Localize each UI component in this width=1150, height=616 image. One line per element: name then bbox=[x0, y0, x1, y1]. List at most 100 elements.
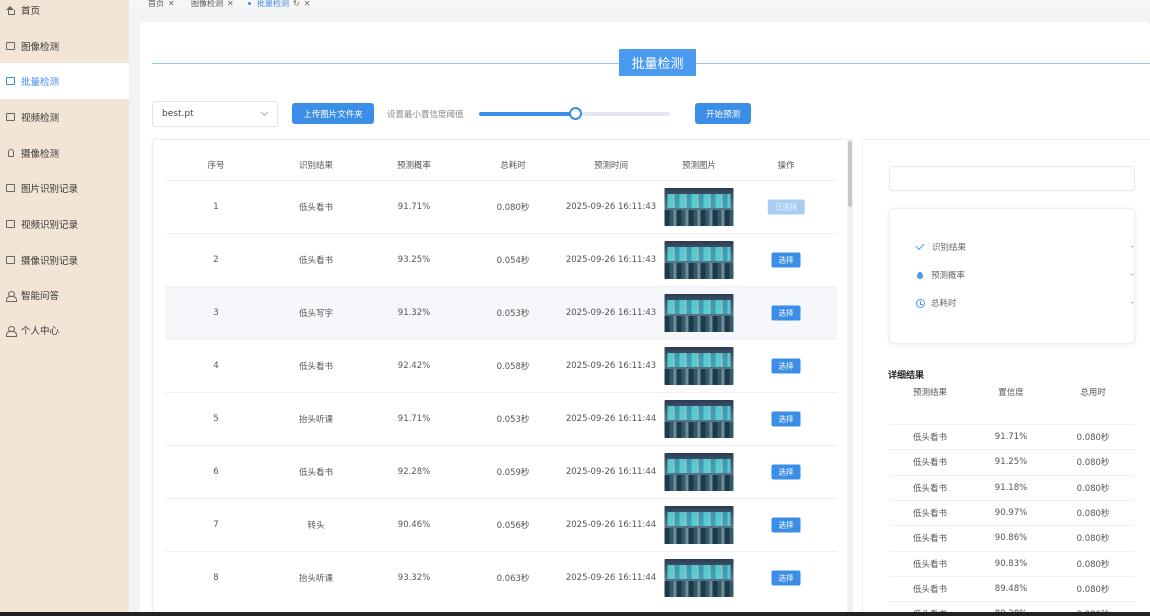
tab-label: 首页 bbox=[148, 0, 164, 8]
column-header: 总耗时 bbox=[500, 161, 526, 171]
detail-cell-conf: 91.71% bbox=[994, 432, 1028, 442]
table-row: 7 转头 90.46% 0.056秒 2025-09-26 16:11:44 选择 bbox=[165, 498, 837, 551]
detail-table-header: 预测结果 置信度 总用时 bbox=[889, 380, 1135, 401]
detail-cell-time: 0.080秒 bbox=[1076, 433, 1110, 443]
table-cell-prob: 93.25% bbox=[397, 255, 431, 265]
sidebar-item-label: 个人中心 bbox=[21, 326, 60, 337]
detail-cell-time: 0.080秒 bbox=[1076, 508, 1110, 519]
detail-cell-time: 0.080秒 bbox=[1076, 483, 1110, 494]
user-icon bbox=[6, 325, 17, 337]
sidebar-item-camera-detect[interactable]: 摄像检测 bbox=[0, 135, 129, 171]
table-cell-date: 2025-09-26 16:11:44 bbox=[565, 573, 657, 583]
select-button[interactable]: 选择 bbox=[771, 517, 801, 533]
column-header: 预测结果 bbox=[912, 388, 948, 398]
summary-box: 识别结果 - 预测概率 - 总耗时 - bbox=[889, 208, 1135, 344]
result-detail-panel: 识别结果 - 预测概率 - 总耗时 - 详细结果 预测结果 置信度 总用时 低头… bbox=[862, 139, 1150, 616]
select-button[interactable]: 选择 bbox=[771, 464, 801, 480]
threshold-slider[interactable] bbox=[479, 107, 670, 120]
detail-cell-conf: 90.97% bbox=[994, 507, 1028, 518]
table-cell-prob: 91.71% bbox=[397, 202, 431, 212]
slider-fill bbox=[479, 112, 575, 116]
sidebar-item-home[interactable]: 首页 bbox=[0, 0, 129, 28]
sidebar-item-video-records[interactable]: 视频识别记录 bbox=[0, 206, 129, 242]
tab-home[interactable]: 首页 ✕ bbox=[148, 0, 175, 9]
summary-time-label: 总耗时 bbox=[931, 299, 957, 309]
table-cell-result: 抬头听课 bbox=[298, 415, 334, 425]
prediction-thumbnail bbox=[664, 188, 734, 226]
table-header: 序号 识别结果 预测概率 总耗时 预测时间 预测图片 操作 bbox=[153, 140, 847, 180]
image-icon bbox=[6, 42, 15, 50]
user-icon bbox=[6, 290, 17, 302]
sidebar-item-camera-records[interactable]: 摄像识别记录 bbox=[0, 242, 129, 278]
table-cell-prob: 92.28% bbox=[397, 467, 431, 477]
close-icon[interactable]: ✕ bbox=[168, 0, 175, 8]
sidebar-item-batch-detect[interactable]: 批量检测 bbox=[0, 63, 129, 99]
camera-icon bbox=[8, 149, 14, 157]
table-cell-index: 6 bbox=[213, 467, 219, 477]
tab-batch-detect[interactable]: 批量检测 ↻ ✕ bbox=[248, 0, 310, 9]
table-cell-time: 0.053秒 bbox=[496, 415, 530, 425]
sidebar-item-image-records[interactable]: 图片识别记录 bbox=[0, 170, 129, 206]
refresh-icon[interactable]: ↻ bbox=[293, 0, 300, 8]
sidebar-item-label: 图像检测 bbox=[21, 42, 60, 53]
video-icon bbox=[6, 113, 15, 121]
upload-folder-button[interactable]: 上传图片文件夹 bbox=[292, 103, 374, 124]
table-row: 4 低头看书 92.42% 0.058秒 2025-09-26 16:11:43 选择 bbox=[165, 339, 837, 392]
start-predict-button[interactable]: 开始预测 bbox=[695, 103, 751, 124]
table-scrollbar[interactable] bbox=[847, 139, 853, 616]
prediction-thumbnail bbox=[664, 294, 734, 332]
threshold-label: 设置最小置信度阈值 bbox=[387, 110, 464, 120]
table-cell-index: 1 bbox=[213, 202, 219, 212]
prediction-thumbnail bbox=[664, 241, 734, 279]
detail-cell-result: 低头看书 bbox=[912, 508, 948, 519]
selected-button[interactable]: 已选择 bbox=[767, 199, 805, 215]
select-button[interactable]: 选择 bbox=[771, 252, 801, 268]
sidebar-item-profile[interactable]: 个人中心 bbox=[0, 312, 129, 348]
select-button[interactable]: 选择 bbox=[771, 411, 801, 427]
tab-image-detect[interactable]: 图像检测 ✕ bbox=[191, 0, 234, 9]
detail-row: 低头看书 89.48% 0.080秒 bbox=[889, 575, 1135, 601]
select-button[interactable]: 选择 bbox=[771, 305, 801, 321]
table-cell-date: 2025-09-26 16:11:44 bbox=[565, 414, 657, 424]
detail-row: 低头看书 90.83% 0.080秒 bbox=[889, 550, 1135, 576]
table-cell-result: 低头看书 bbox=[298, 362, 334, 372]
detail-cell-result: 低头看书 bbox=[912, 559, 948, 570]
sidebar-item-video-detect[interactable]: 视频检测 bbox=[0, 99, 129, 135]
select-button[interactable]: 选择 bbox=[771, 358, 801, 374]
table-cell-prob: 92.42% bbox=[397, 361, 431, 371]
prediction-thumbnail bbox=[664, 347, 734, 385]
detail-cell-time: 0.080秒 bbox=[1076, 559, 1110, 570]
sidebar-item-image-detect[interactable]: 图像检测 bbox=[0, 28, 129, 64]
summary-prob-row: 预测概率 - bbox=[916, 269, 1134, 281]
summary-time-value: - bbox=[1130, 298, 1134, 308]
detail-row: 低头看书 91.71% 0.080秒 bbox=[889, 424, 1135, 449]
table-cell-time: 0.080秒 bbox=[496, 203, 530, 213]
model-select[interactable]: best.pt bbox=[152, 101, 278, 127]
batch-icon bbox=[6, 77, 15, 85]
summary-result-value: - bbox=[1130, 242, 1134, 252]
tab-label: 图像检测 bbox=[191, 0, 223, 8]
column-header: 预测概率 bbox=[396, 161, 432, 171]
select-button[interactable]: 选择 bbox=[771, 570, 801, 586]
prediction-thumbnail bbox=[664, 559, 734, 597]
sidebar-item-label: 首页 bbox=[21, 6, 41, 17]
video-record-icon bbox=[6, 220, 15, 228]
close-icon[interactable]: ✕ bbox=[304, 0, 311, 8]
image-record-icon bbox=[6, 184, 15, 192]
slider-handle[interactable] bbox=[568, 107, 582, 120]
table-cell-date: 2025-09-26 16:11:44 bbox=[565, 467, 657, 477]
sidebar-item-smart-qa[interactable]: 智能问答 bbox=[0, 277, 129, 313]
close-icon[interactable]: ✕ bbox=[227, 0, 234, 8]
table-row: 1 低头看书 91.71% 0.080秒 2025-09-26 16:11:43 已选择 bbox=[165, 180, 837, 233]
table-cell-index: 4 bbox=[213, 361, 219, 371]
model-select-value: best.pt bbox=[162, 109, 194, 119]
table-cell-prob: 91.32% bbox=[397, 308, 431, 318]
detail-cell-result: 低头看书 bbox=[912, 534, 948, 545]
result-image-field bbox=[889, 166, 1135, 191]
scrollbar-thumb[interactable] bbox=[848, 141, 852, 207]
summary-result-label: 识别结果 bbox=[932, 243, 967, 253]
detail-cell-conf: 90.86% bbox=[994, 533, 1028, 544]
table-cell-time: 0.058秒 bbox=[496, 362, 530, 372]
table-cell-result: 低头看书 bbox=[298, 256, 334, 266]
table-cell-time: 0.054秒 bbox=[496, 256, 530, 266]
